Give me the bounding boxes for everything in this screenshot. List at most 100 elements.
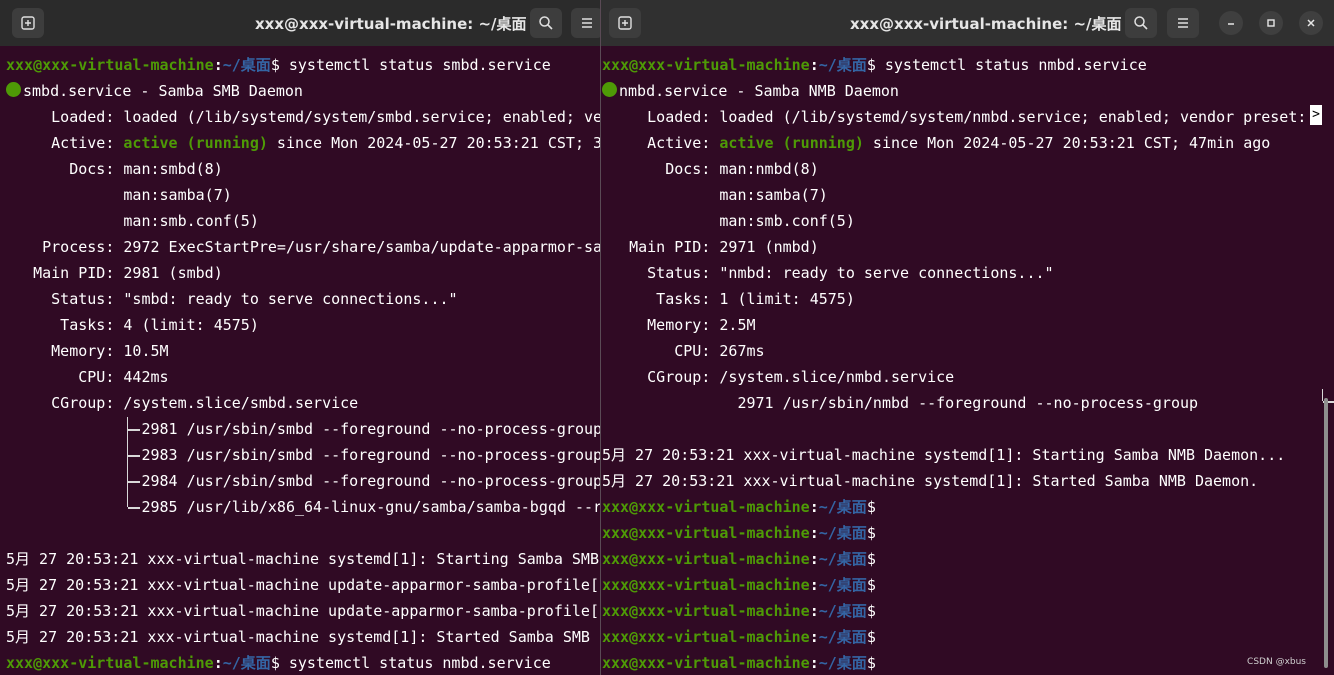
- service-title: smbd.service - Samba SMB Daemon: [23, 82, 303, 100]
- prompt-command: $ systemctl status smbd.service: [270, 56, 551, 74]
- window-title: xxx@xxx-virtual-machine: ~/桌面: [850, 15, 1122, 33]
- maximize-icon[interactable]: [1259, 11, 1283, 35]
- service-header-line: smbd.service - Samba SMB Daemon: [0, 78, 600, 104]
- output-line: 5月 27 20:53:21 xxx-virtual-machine syste…: [602, 472, 1259, 490]
- prompt-line: xxx@xxx-virtual-machine:~/桌面$ systemctl …: [601, 52, 1334, 78]
- prompt-colon: :: [809, 628, 819, 646]
- prompt-command: $: [866, 550, 876, 568]
- prompt-line: xxx@xxx-virtual-machine:~/桌面$ systemctl …: [0, 650, 600, 675]
- output-line: CPU: 442ms: [6, 368, 169, 386]
- output-line: Tasks: 4 (limit: 4575): [6, 316, 259, 334]
- titlebar-left[interactable]: xxx@xxx-virtual-machine: ~/桌面: [0, 0, 600, 46]
- prompt-colon: :: [809, 550, 819, 568]
- prompt-path: ~/桌面: [222, 56, 271, 74]
- prompt-path: ~/桌面: [222, 654, 271, 672]
- prompt-line: xxx@xxx-virtual-machine:~/桌面$ systemctl …: [0, 52, 600, 78]
- prompt-line: xxx@xxx-virtual-machine:~/桌面$: [601, 598, 1334, 624]
- prompt-command: $: [866, 524, 876, 542]
- active-label: Active:: [602, 134, 720, 152]
- prompt-path: ~/桌面: [818, 56, 867, 74]
- prompt-path: ~/桌面: [818, 524, 867, 542]
- prompt-line: xxx@xxx-virtual-machine:~/桌面$: [601, 572, 1334, 598]
- active-status-line: Active: active (running) since Mon 2024-…: [601, 130, 1334, 156]
- prompt-colon: :: [809, 602, 819, 620]
- terminal-window-right[interactable]: xxx@xxx-virtual-machine: ~/桌面 xxx@xxx-vi…: [600, 0, 1334, 675]
- output-line: man:samba(7): [6, 186, 232, 204]
- search-icon[interactable]: [1125, 8, 1157, 38]
- titlebar-right[interactable]: xxx@xxx-virtual-machine: ~/桌面: [601, 0, 1334, 46]
- output-line: Docs: man:nmbd(8): [602, 160, 819, 178]
- active-state: active (running): [123, 134, 268, 152]
- output-line: Loaded: loaded (/lib/systemd/system/nmbd…: [602, 108, 1316, 126]
- output-line: man:smb.conf(5): [6, 212, 259, 230]
- output-line: Main PID: 2971 (nmbd): [602, 238, 819, 256]
- prompt-line: xxx@xxx-virtual-machine:~/桌面$: [601, 624, 1334, 650]
- prompt-user: xxx@xxx-virtual-machine: [6, 654, 214, 672]
- output-line: 2984 /usr/sbin/smbd --foreground --no-pr…: [6, 472, 600, 490]
- active-status-line: Active: active (running) since Mon 2024-…: [0, 130, 600, 156]
- output-line: 5月 27 20:53:21 xxx-virtual-machine updat…: [6, 602, 599, 620]
- prompt-user: xxx@xxx-virtual-machine: [602, 498, 810, 516]
- scrollbar-thumb[interactable]: [1324, 398, 1328, 668]
- active-since: since Mon 2024-05-27 20:53:21 CST; 3: [267, 134, 600, 152]
- search-icon[interactable]: [530, 8, 562, 38]
- output-line: Loaded: loaded (/lib/systemd/system/smbd…: [6, 108, 600, 126]
- hamburger-menu-icon[interactable]: [571, 8, 600, 38]
- output-line: man:smb.conf(5): [602, 212, 855, 230]
- terminal-output-left[interactable]: xxx@xxx-virtual-machine:~/桌面$ systemctl …: [0, 46, 600, 675]
- prompt-command: $ systemctl status nmbd.service: [866, 56, 1147, 74]
- prompt-line: xxx@xxx-virtual-machine:~/桌面$: [601, 520, 1334, 546]
- prompt-colon: :: [809, 576, 819, 594]
- prompt-line: xxx@xxx-virtual-machine:~/桌面$: [601, 650, 1334, 675]
- prompt-command: $: [866, 654, 876, 672]
- output-line: Memory: 2.5M: [602, 316, 756, 334]
- line-overflow-marker: >: [1310, 105, 1322, 125]
- status-dot-icon: [6, 82, 21, 97]
- prompt-command: $: [866, 498, 876, 516]
- tree-branch: [128, 507, 140, 509]
- output-line: CGroup: /system.slice/smbd.service: [6, 394, 359, 412]
- output-line: Process: 2972 ExecStartPre=/usr/share/sa…: [6, 238, 600, 256]
- terminal-window-left[interactable]: xxx@xxx-virtual-machine: ~/桌面 xxx@xxx-vi…: [0, 0, 600, 675]
- prompt-path: ~/桌面: [818, 654, 867, 672]
- prompt-user: xxx@xxx-virtual-machine: [602, 602, 810, 620]
- window-title: xxx@xxx-virtual-machine: ~/桌面: [255, 15, 527, 33]
- output-line: 5月 27 20:53:21 xxx-virtual-machine syste…: [6, 550, 599, 568]
- tree-branch: [128, 481, 140, 483]
- terminal-output-right[interactable]: xxx@xxx-virtual-machine:~/桌面$ systemctl …: [601, 46, 1334, 675]
- prompt-user: xxx@xxx-virtual-machine: [602, 550, 810, 568]
- prompt-user: xxx@xxx-virtual-machine: [602, 654, 810, 672]
- service-title: nmbd.service - Samba NMB Daemon: [619, 82, 899, 100]
- watermark: CSDN @xbus: [1247, 657, 1306, 667]
- prompt-colon: :: [809, 654, 819, 672]
- prompt-user: xxx@xxx-virtual-machine: [602, 56, 810, 74]
- output-line: Main PID: 2981 (smbd): [6, 264, 223, 282]
- output-line: 5月 27 20:53:21 xxx-virtual-machine updat…: [6, 576, 599, 594]
- prompt-user: xxx@xxx-virtual-machine: [602, 576, 810, 594]
- prompt-line: xxx@xxx-virtual-machine:~/桌面$: [601, 494, 1334, 520]
- prompt-path: ~/桌面: [818, 550, 867, 568]
- output-line: 2983 /usr/sbin/smbd --foreground --no-pr…: [6, 446, 600, 464]
- active-label: Active:: [6, 134, 124, 152]
- output-line: 2971 /usr/sbin/nmbd --foreground --no-pr…: [602, 394, 1199, 412]
- output-line: CPU: 267ms: [602, 342, 765, 360]
- output-line: 5月 27 20:53:21 xxx-virtual-machine syste…: [602, 446, 1286, 464]
- output-line: man:samba(7): [602, 186, 828, 204]
- prompt-path: ~/桌面: [818, 602, 867, 620]
- prompt-colon: :: [809, 524, 819, 542]
- new-tab-icon[interactable]: [609, 8, 641, 38]
- output-line: Status: "smbd: ready to serve connection…: [6, 290, 458, 308]
- prompt-colon: :: [213, 56, 223, 74]
- minimize-icon[interactable]: [1219, 11, 1243, 35]
- prompt-user: xxx@xxx-virtual-machine: [602, 524, 810, 542]
- new-tab-icon[interactable]: [12, 8, 44, 38]
- prompt-path: ~/桌面: [818, 628, 867, 646]
- output-line: Tasks: 1 (limit: 4575): [602, 290, 855, 308]
- cgroup-tree-line: [127, 417, 128, 507]
- close-icon[interactable]: [1299, 11, 1323, 35]
- hamburger-menu-icon[interactable]: [1167, 8, 1199, 38]
- prompt-user: xxx@xxx-virtual-machine: [602, 628, 810, 646]
- status-dot-icon: [602, 82, 617, 97]
- output-line: 2981 /usr/sbin/smbd --foreground --no-pr…: [6, 420, 600, 438]
